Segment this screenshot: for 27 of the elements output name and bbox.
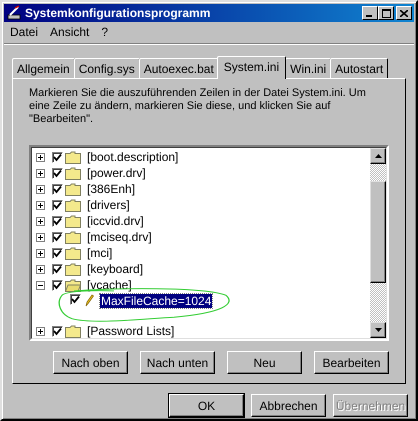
tree-item-label[interactable]: [mci] [86,246,114,260]
tab[interactable]: Autostart [330,58,388,78]
menu-item[interactable]: Ansicht [50,25,90,39]
tree-item-label[interactable]: [boot.description] [86,150,180,164]
tab[interactable]: Allgemein [12,58,75,78]
tab[interactable]: Autoexec.bat [138,58,219,78]
tree-item-label[interactable]: [keyboard] [86,262,144,276]
panel-button[interactable]: Nach unten [140,351,215,374]
dialog-button[interactable]: OK [169,394,244,417]
menu-item[interactable]: Datei [10,25,38,39]
panel-button[interactable]: Bearbeiten [314,351,389,374]
tab[interactable]: System.ini [216,56,286,79]
tree-item-label[interactable]: [386Enh] [86,182,136,196]
panel-button[interactable]: Neu [227,351,302,374]
window-title: Systemkonfigurationsprogramm [25,6,212,20]
tree-item-label[interactable]: MaxFileCache=1024 [100,294,212,308]
tree-item-label[interactable]: [iccvid.drv] [86,214,145,228]
tree-item-label[interactable]: [vcache] [86,278,133,292]
tree-item-label[interactable]: [mciseq.drv] [86,230,153,244]
tab[interactable]: Config.sys [74,58,140,78]
panel-button[interactable]: Nach oben [53,351,128,374]
menu-item[interactable]: ? [101,25,108,39]
tree-item-label[interactable]: [power.drv] [86,166,147,180]
dialog-button[interactable]: Abbrechen [251,394,326,417]
tree-item-label[interactable]: [Password Lists] [86,324,176,338]
tree-item-label[interactable]: [drivers] [86,198,131,212]
description-text: Markieren Sie die auszuführenden Zeilen in der Datei System.ini. Um eine Zeile zu ändern, markieren Sie diese, und klicken Sie auf "Bearbeiten". [29,87,367,127]
